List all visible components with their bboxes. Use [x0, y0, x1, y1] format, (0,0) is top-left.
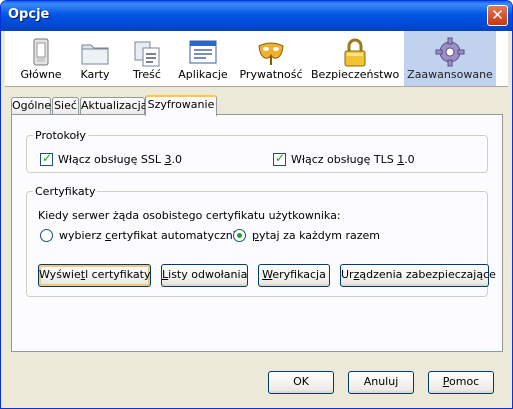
toolbar-label: Treść — [133, 68, 161, 81]
tab-network[interactable]: Sieć — [52, 97, 79, 114]
label-text: Ur — [341, 268, 354, 281]
revocation-lists-button[interactable]: Listy odwołania — [161, 264, 248, 287]
label-text: Włącz obsługę SSL — [58, 153, 165, 166]
auto-select-radio[interactable] — [40, 229, 53, 242]
encryption-panel: Protokoły Włącz obsługę SSL 3.0 Włącz ob… — [11, 114, 503, 352]
tls-checkbox[interactable] — [273, 151, 286, 166]
label-text: eryfikacja — [272, 268, 326, 281]
options-window: Opcje ✕ Główne Karty Treść Aplikacje Pry… — [0, 0, 513, 409]
tab-update[interactable]: Aktualizacja — [80, 97, 147, 114]
ok-button[interactable]: OK — [268, 371, 334, 394]
protocols-group: Protokoły — [26, 129, 488, 173]
toolbar-label: Karty — [80, 68, 110, 81]
toolbar-label: Prywatność — [239, 68, 303, 81]
close-button[interactable]: ✕ — [487, 5, 508, 26]
label-text: .0 — [171, 153, 182, 166]
accelerator-key: p — [252, 229, 259, 242]
toolbar-label: Główne — [20, 68, 62, 81]
label-text: ytaj za każdym razem — [258, 229, 381, 242]
tab-encryption[interactable]: Szyfrowanie — [145, 95, 217, 116]
label-text: l certyfikaty — [85, 268, 151, 281]
label-text: isty odwołania — [168, 268, 248, 281]
toolbar-label: Zaawansowane — [407, 68, 493, 81]
label-text: ertyfikat automatycznie — [111, 229, 243, 242]
accelerator-key: W — [262, 268, 273, 281]
padlock-icon — [344, 38, 366, 67]
label-text: omoc — [449, 375, 480, 388]
close-icon: ✕ — [491, 6, 504, 24]
toolbar-item-content[interactable]: Treść — [125, 31, 169, 86]
tls-label[interactable]: Włącz obsługę TLS 1.0 — [291, 153, 415, 166]
category-toolbar: Główne Karty Treść Aplikacje Prywatność … — [5, 31, 508, 87]
toolbar-item-tabs[interactable]: Karty — [72, 31, 118, 86]
toolbar-item-privacy[interactable]: Prywatność — [238, 31, 304, 86]
label-text: wybierz — [59, 229, 106, 242]
certificates-legend: Certyfikaty — [35, 185, 96, 198]
cancel-button[interactable]: Anuluj — [348, 371, 414, 394]
toolbar-item-security[interactable]: Bezpieczeństwo — [311, 31, 399, 86]
toolbar-item-applications[interactable]: Aplikacje — [175, 31, 231, 86]
content-icon — [134, 41, 160, 67]
toolbar-label: Aplikacje — [178, 68, 228, 81]
ask-every-time-label[interactable]: pytaj za każdym razem — [252, 229, 380, 242]
protocols-legend: Protokoły — [35, 129, 86, 142]
tabs-folder-icon — [81, 44, 109, 65]
toolbar-item-general[interactable]: Główne — [20, 31, 62, 86]
label-text: .0 — [404, 153, 415, 166]
general-icon — [33, 38, 49, 66]
view-certificates-button[interactable]: Wyświetl certyfikaty — [38, 264, 151, 287]
verification-button[interactable]: Weryfikacja — [258, 264, 330, 287]
gear-icon — [435, 37, 465, 67]
privacy-mask-icon — [258, 42, 284, 65]
title-bar[interactable]: Opcje ✕ — [1, 1, 512, 31]
applications-icon — [189, 40, 217, 64]
certificate-request-text: Kiedy serwer żąda osobistego certyfikatu… — [38, 209, 341, 222]
label-text: ądzenia zabezpieczające — [359, 268, 496, 281]
ssl-label[interactable]: Włącz obsługę SSL 3.0 — [58, 153, 182, 166]
toolbar-item-advanced[interactable]: Zaawansowane — [404, 31, 496, 86]
label-text: Włącz obsługę TLS — [291, 153, 398, 166]
help-button[interactable]: Pomoc — [428, 371, 494, 394]
security-devices-button[interactable]: Urządzenia zabezpieczające — [340, 264, 496, 287]
label-text: Wyświe — [39, 268, 81, 281]
tab-general[interactable]: Ogólne — [11, 97, 51, 114]
toolbar-label: Bezpieczeństwo — [311, 68, 400, 81]
auto-select-label[interactable]: wybierz certyfikat automatycznie — [59, 229, 243, 242]
ask-every-time-radio[interactable] — [233, 229, 246, 242]
window-title: Opcje — [8, 7, 50, 22]
ssl-checkbox[interactable] — [40, 151, 53, 166]
